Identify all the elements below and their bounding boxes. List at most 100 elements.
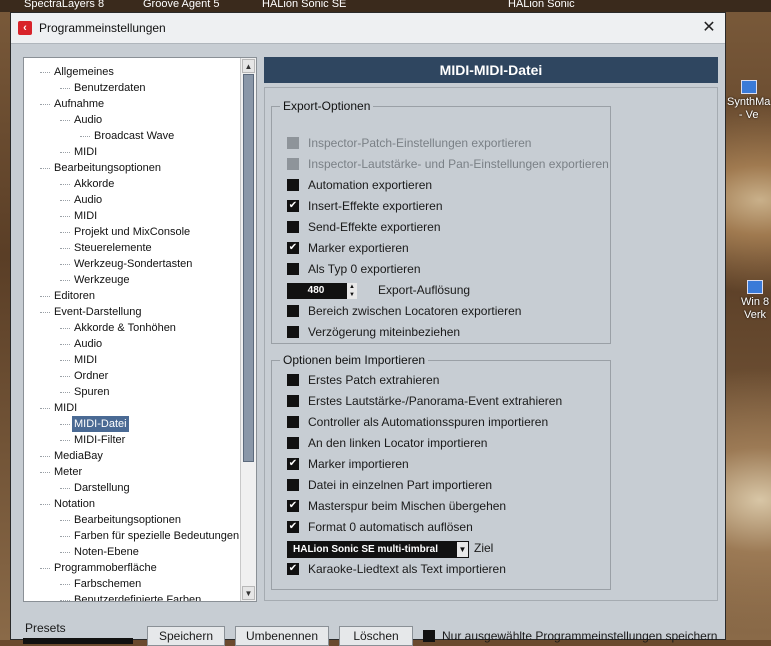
checkbox-checked-icon[interactable]: ✔ [287, 200, 299, 212]
scroll-thumb[interactable] [243, 74, 254, 462]
presets-select[interactable] [23, 638, 133, 644]
checkbox-checked-icon[interactable]: ✔ [287, 500, 299, 512]
tree-item-label: Notation [54, 498, 95, 510]
checkbox-icon[interactable] [287, 179, 299, 191]
scroll-down-arrow-icon[interactable]: ▼ [242, 586, 255, 600]
tree-item[interactable]: Farbschemen [24, 576, 240, 592]
tree-item[interactable]: MIDI [24, 144, 240, 160]
tree-item[interactable]: Audio [24, 112, 240, 128]
checkbox-icon[interactable] [287, 437, 299, 449]
tree-connector [40, 168, 50, 169]
tree-connector [40, 296, 50, 297]
tree-item[interactable]: Bearbeitungsoptionen [24, 160, 240, 176]
checkbox-icon[interactable] [287, 374, 299, 386]
tree-item[interactable]: Darstellung [24, 480, 240, 496]
desktop-shortcut-label: Verk [744, 309, 767, 321]
desktop-shortcut-label: Win 8 [741, 296, 770, 308]
tree-item[interactable]: Meter [24, 464, 240, 480]
tree-item[interactable]: MIDI [24, 208, 240, 224]
tree-item-label: Benutzerdefinierte Farben [74, 594, 202, 602]
import-options-title: Optionen beim Importieren [280, 353, 429, 367]
tree-connector [60, 344, 70, 345]
checkbox-icon[interactable] [287, 326, 299, 338]
tree-item[interactable]: MIDI-Filter [24, 432, 240, 448]
tree-item[interactable]: Werkzeuge [24, 272, 240, 288]
chevron-down-icon[interactable]: ▼ [457, 542, 468, 557]
tree-item[interactable]: Akkorde [24, 176, 240, 192]
tree-item-label: Programmoberfläche [54, 562, 157, 574]
tree-item[interactable]: Notation [24, 496, 240, 512]
tree-item-label: Farben für spezielle Bedeutungen [74, 530, 240, 542]
tree-connector [60, 360, 70, 361]
tree-item[interactable]: Aufnahme [24, 96, 240, 112]
tree-item[interactable]: Broadcast Wave [24, 128, 240, 144]
checkbox-icon[interactable] [287, 395, 299, 407]
tree-connector [60, 184, 70, 185]
tree-connector [60, 328, 70, 329]
tree-item[interactable]: Werkzeug-Sondertasten [24, 256, 240, 272]
checkbox-checked-icon[interactable]: ✔ [287, 521, 299, 533]
export-options-title: Export-Optionen [280, 99, 374, 113]
spinner-arrows-icon[interactable]: ▲ ▼ [347, 283, 357, 299]
save-button[interactable]: Speichern [147, 626, 225, 646]
page-title: MIDI-MIDI-Datei [264, 57, 718, 83]
shortcut-icon [747, 280, 764, 294]
tree-item-label: MIDI [54, 402, 78, 414]
tree-item[interactable]: Farben für spezielle Bedeutungen [24, 528, 240, 544]
taskbar-item-spectralayers[interactable]: SpectraLayers 8 [24, 0, 104, 10]
tree-item[interactable]: Akkorde & Tonhöhen [24, 320, 240, 336]
presets-label: Presets [25, 621, 66, 635]
taskbar-item-groove-agent[interactable]: Groove Agent 5 [143, 0, 219, 10]
title-bar[interactable]: ‹ Programmeinstellungen ✕ [11, 13, 725, 44]
checkbox-checked-icon[interactable]: ✔ [287, 458, 299, 470]
tree-item[interactable]: MIDI [24, 352, 240, 368]
scroll-up-arrow-icon[interactable]: ▲ [242, 59, 255, 73]
tree-item[interactable]: Benutzerdaten [24, 80, 240, 96]
tree-item[interactable]: MIDI [24, 400, 240, 416]
taskbar-item-halion-sonic[interactable]: HALion Sonic [508, 0, 575, 10]
checkbox-icon[interactable] [287, 221, 299, 233]
tree-item[interactable]: Projekt und MixConsole [24, 224, 240, 240]
import-option-label: Karaoke-Liedtext als Text importieren [308, 562, 506, 576]
tree-item-label: Audio [74, 194, 103, 206]
tree-item[interactable]: MediaBay [24, 448, 240, 464]
tree-item[interactable]: Spuren [24, 384, 240, 400]
checkbox-icon[interactable] [423, 630, 435, 642]
tree-item[interactable]: Programmoberfläche [24, 560, 240, 576]
tree-item[interactable]: Benutzerdefinierte Farben [24, 592, 240, 602]
tree-item[interactable]: Audio [24, 192, 240, 208]
tree-connector [40, 504, 50, 505]
tree-item-label: Allgemeines [54, 66, 114, 78]
desktop-shortcut-synthmaster[interactable]: SynthMa - Ve [727, 80, 770, 122]
tree-item[interactable]: Editoren [24, 288, 240, 304]
tree-item[interactable]: Audio [24, 336, 240, 352]
tree-item[interactable]: Ordner [24, 368, 240, 384]
tree-item-label: Benutzerdaten [74, 82, 146, 94]
delete-button[interactable]: Löschen [339, 626, 413, 646]
tree-item-label: Editoren [54, 290, 95, 302]
tree-item[interactable]: Bearbeitungsoptionen [24, 512, 240, 528]
checkbox-icon[interactable] [287, 263, 299, 275]
checkbox-icon[interactable] [287, 416, 299, 428]
checkbox-checked-icon[interactable]: ✔ [287, 563, 299, 575]
tree-connector [60, 376, 70, 377]
import-target-dropdown[interactable]: HALion Sonic SE multi-timbral ▼ [287, 541, 469, 558]
checkbox-checked-icon[interactable]: ✔ [287, 242, 299, 254]
export-option-label: Inspector-Lautstärke- und Pan-Einstellun… [308, 157, 609, 171]
desktop-shortcut-win8[interactable]: Win 8 Verk [741, 280, 769, 322]
tree-scrollbar[interactable]: ▲ ▼ [240, 58, 256, 601]
tree-item-label: MIDI [74, 210, 98, 222]
checkbox-icon[interactable] [287, 479, 299, 491]
tree-item[interactable]: Noten-Ebene [24, 544, 240, 560]
tree-item[interactable]: Steuerelemente [24, 240, 240, 256]
tree-item[interactable]: Allgemeines [24, 64, 240, 80]
tree-connector [80, 136, 90, 137]
export-resolution-spinner[interactable]: 480 ▲ ▼ [287, 283, 357, 299]
close-button[interactable]: ✕ [699, 18, 719, 38]
taskbar-item-halion-sonic-se[interactable]: HALion Sonic SE [262, 0, 346, 10]
tree-connector [60, 520, 70, 521]
tree-item[interactable]: Event-Darstellung [24, 304, 240, 320]
rename-button[interactable]: Umbenennen [235, 626, 329, 646]
tree-item[interactable]: MIDI-Datei [24, 416, 240, 432]
checkbox-icon[interactable] [287, 305, 299, 317]
